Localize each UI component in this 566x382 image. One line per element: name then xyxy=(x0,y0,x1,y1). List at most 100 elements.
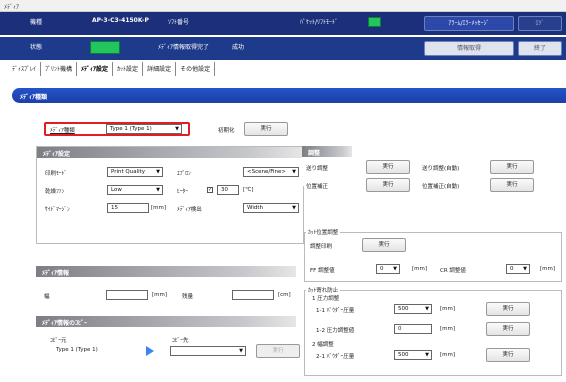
side-margin-input[interactable]: 15 xyxy=(107,203,149,213)
r12-input[interactable]: 0 xyxy=(394,324,432,334)
r11-label: 1-1 ﾊﾟｳﾀﾞｰ圧量 xyxy=(316,308,355,314)
model-value: AP-3-C3-4150K-P xyxy=(92,17,149,24)
chevron-down-icon: ▼ xyxy=(156,169,160,175)
application-window: ﾒﾃﾞｨｱ 機種 AP-3-C3-4150K-P ｿﾌﾄ番号 ﾊﾟｹｯﾄ/ﾘﾌﾄ… xyxy=(0,0,566,382)
copy-to-label: ｺﾋﾟｰ先 xyxy=(172,338,189,344)
copy-to-select[interactable]: ▼ xyxy=(170,346,246,356)
media-settings-title: ﾒﾃﾞｨｱ設定 xyxy=(37,147,303,158)
width-unit: [mm] xyxy=(152,292,168,298)
log-button[interactable]: ﾛｸﾞ xyxy=(518,16,562,31)
r11-select[interactable]: 500 ▼ xyxy=(394,304,432,314)
copy-from-label: ｺﾋﾟｰ元 xyxy=(50,338,67,344)
tab-cut-settings[interactable]: ｶｯﾄ設定 xyxy=(113,62,144,76)
dry-fan-select[interactable]: Low ▼ xyxy=(107,185,163,195)
media-copy-panel: ﾒﾃﾞｨｱ情報のｺﾋﾟｰ ｺﾋﾟｰ元 Type 1 (Type 1) ｺﾋﾟｰ先… xyxy=(36,316,304,358)
media-info-panel: ﾒﾃﾞｨｱ情報 幅 [mm] 残量 [cm] xyxy=(36,266,304,306)
heater-label: ﾋｰﾀｰ xyxy=(177,189,189,195)
status-text: ﾒﾃﾞｨｱ情報取得完了 xyxy=(158,44,210,51)
feed-adjust-auto-label: 送り調整(自動) xyxy=(422,166,460,172)
apron-select[interactable]: <Scene/Fine> ▼ xyxy=(243,167,299,177)
media-info-title: ﾒﾃﾞｨｱ情報 xyxy=(36,266,296,277)
copy-run-button[interactable]: 実行 xyxy=(256,344,300,358)
media-settings-panel: ﾒﾃﾞｨｱ設定 印刷ﾓｰﾄﾞ Print Quality ▼ 乾燥ﾌｧﾝ Low ▼… xyxy=(36,146,304,244)
width-label: 幅 xyxy=(44,294,50,300)
r21-unit: [mm] xyxy=(440,352,456,358)
r11-run-button[interactable]: 実行 xyxy=(486,302,530,316)
alarm-message-button[interactable]: ｱﾗｰﾑ/ｴﾗｰﾒｯｾｰｼﾞ xyxy=(424,16,514,31)
chevron-down-icon: ▼ xyxy=(239,348,243,354)
media-type-select[interactable]: Type 1 (Type 1) ▼ xyxy=(106,124,182,134)
packet-status-led xyxy=(368,17,381,27)
chevron-down-icon: ▼ xyxy=(393,266,397,272)
r21-select[interactable]: 500 ▼ xyxy=(394,350,432,360)
chevron-down-icon: ▼ xyxy=(425,352,429,358)
dry-fan-label: 乾燥ﾌｧﾝ xyxy=(45,189,65,195)
adjust-panel: 調整 送り調整 実行 送り調整(自動) 実行 位置補正 実行 位置補正(自動) … xyxy=(302,146,564,192)
cut-prevent-title: ｶｯﾄ寄れ防止 xyxy=(306,286,341,294)
heater-unit: [℃] xyxy=(243,187,254,193)
side-margin-label: ｻｲﾄﾞﾏｰｼﾞﾝ xyxy=(45,207,70,213)
media-detect-label: ﾒﾃﾞｨｱ検出 xyxy=(177,207,202,213)
section-header: ﾒﾃﾞｨｱ種類 xyxy=(12,88,566,103)
packet-label: ﾊﾟｹｯﾄ/ﾘﾌﾄﾓｰﾄﾞ xyxy=(300,19,339,26)
arrow-right-icon xyxy=(146,346,154,356)
cr-adjust-label: CR 調整値 xyxy=(440,268,466,274)
chevron-down-icon: ▼ xyxy=(292,205,296,211)
width-value xyxy=(106,290,148,300)
feed-adjust-auto-button[interactable]: 実行 xyxy=(490,160,534,174)
feed-adjust-label: 送り調整 xyxy=(306,166,329,172)
cr-adjust-unit: [mm] xyxy=(540,266,556,272)
tab-detail-settings[interactable]: 詳細設定 xyxy=(143,62,177,76)
tab-print-mechanism[interactable]: ﾌﾟﾘﾝﾄ機構 xyxy=(41,62,78,76)
r21-label: 2-1 ﾊﾟｳﾀﾞｰ圧量 xyxy=(316,354,355,360)
tab-media-settings[interactable]: ﾒﾃﾞｨｱ設定 xyxy=(77,62,114,76)
init-run-button[interactable]: 実行 xyxy=(244,122,288,136)
status-label: 状態 xyxy=(30,44,43,51)
media-type-label: ﾒﾃﾞｨｱ種類 xyxy=(50,128,75,134)
r12-unit: [mm] xyxy=(440,326,456,332)
position-adjust-auto-label: 位置補正(自動) xyxy=(422,184,460,190)
r11-unit: [mm] xyxy=(440,306,456,312)
tab-bar: ﾃﾞｨｽﾌﾟﾚｲ ﾌﾟﾘﾝﾄ機構 ﾒﾃﾞｨｱ設定 ｶｯﾄ設定 詳細設定 その他設… xyxy=(8,62,216,76)
remain-label: 残量 xyxy=(182,294,194,300)
window-title: ﾒﾃﾞｨｱ xyxy=(4,4,20,11)
cut-adjust-print-button[interactable]: 実行 xyxy=(362,238,406,252)
r12-label: 1-2 圧力調整値 xyxy=(316,328,355,334)
media-detect-select[interactable]: Width ▼ xyxy=(243,203,299,213)
apron-label: ｴﾌﾟﾛﾝ xyxy=(177,171,191,177)
get-info-button[interactable]: 情報取得 xyxy=(424,41,514,56)
remain-unit: [cm] xyxy=(278,292,291,298)
adjust-title: 調整 xyxy=(302,146,352,157)
tab-other-settings[interactable]: その他設定 xyxy=(176,62,216,76)
r21-run-button[interactable]: 実行 xyxy=(486,348,530,362)
r12-run-button[interactable]: 実行 xyxy=(486,322,530,336)
print-mode-label: 印刷ﾓｰﾄﾞ xyxy=(45,171,68,177)
feed-adjust-button[interactable]: 実行 xyxy=(366,160,410,174)
end-button[interactable]: 終了 xyxy=(518,41,562,56)
position-adjust-label: 位置補正 xyxy=(306,184,329,190)
remain-value xyxy=(232,290,274,300)
print-mode-select[interactable]: Print Quality ▼ xyxy=(107,167,163,177)
cut-adjust-print-label: 調整印刷 xyxy=(310,244,333,250)
heater-input[interactable]: 30 xyxy=(217,185,239,195)
ff-adjust-select[interactable]: 0 ▼ xyxy=(376,264,400,274)
chevron-down-icon: ▼ xyxy=(425,306,429,312)
ff-adjust-unit: [mm] xyxy=(412,266,428,272)
cr-adjust-select[interactable]: 0 ▼ xyxy=(506,264,530,274)
window-title-bar: ﾒﾃﾞｨｱ xyxy=(0,0,566,12)
chevron-down-icon: ▼ xyxy=(156,187,160,193)
status-result: 成功 xyxy=(232,44,245,51)
cut-prevent-group2-title: 2 幅調整 xyxy=(312,342,334,348)
position-adjust-auto-button[interactable]: 実行 xyxy=(490,178,534,192)
init-label: 初期化 xyxy=(218,128,235,134)
status-led xyxy=(90,41,120,54)
version-label: ｿﾌﾄ番号 xyxy=(168,19,190,26)
ff-adjust-label: FF 調整値 xyxy=(310,268,335,274)
heater-checkbox[interactable]: ✓ xyxy=(207,187,213,193)
chevron-down-icon: ▼ xyxy=(175,126,179,132)
cut-position-group xyxy=(304,232,562,282)
copy-from-value: Type 1 (Type 1) xyxy=(56,347,98,353)
position-adjust-button[interactable]: 実行 xyxy=(366,178,410,192)
chevron-down-icon: ▼ xyxy=(523,266,527,272)
tab-display[interactable]: ﾃﾞｨｽﾌﾟﾚｲ xyxy=(8,62,42,76)
